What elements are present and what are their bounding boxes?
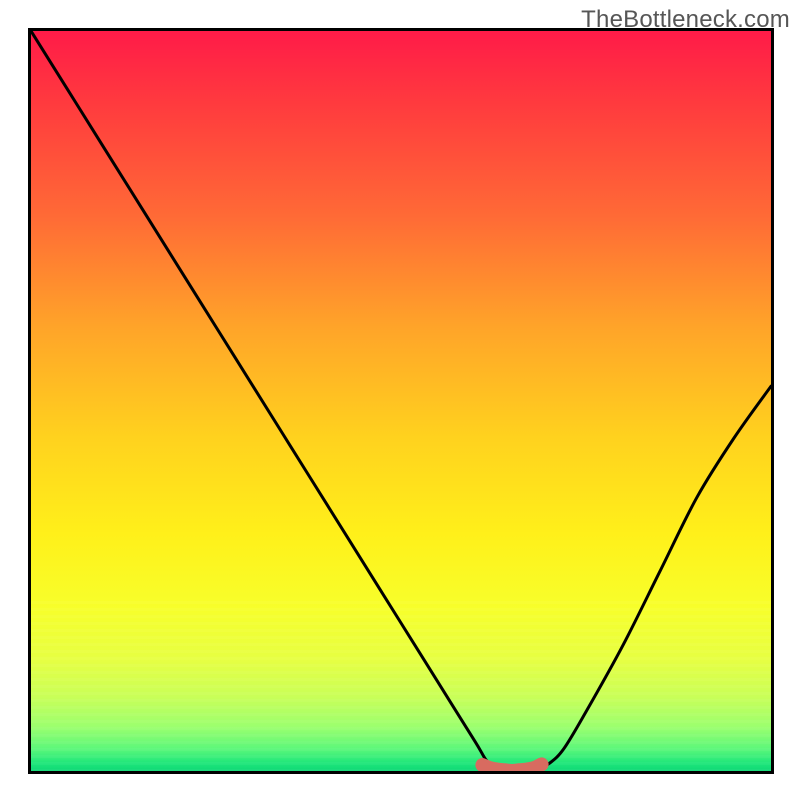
plot-frame [28, 28, 774, 774]
chart-overlay [31, 31, 771, 771]
curve-line [31, 31, 771, 771]
min-highlight-line [482, 764, 541, 771]
